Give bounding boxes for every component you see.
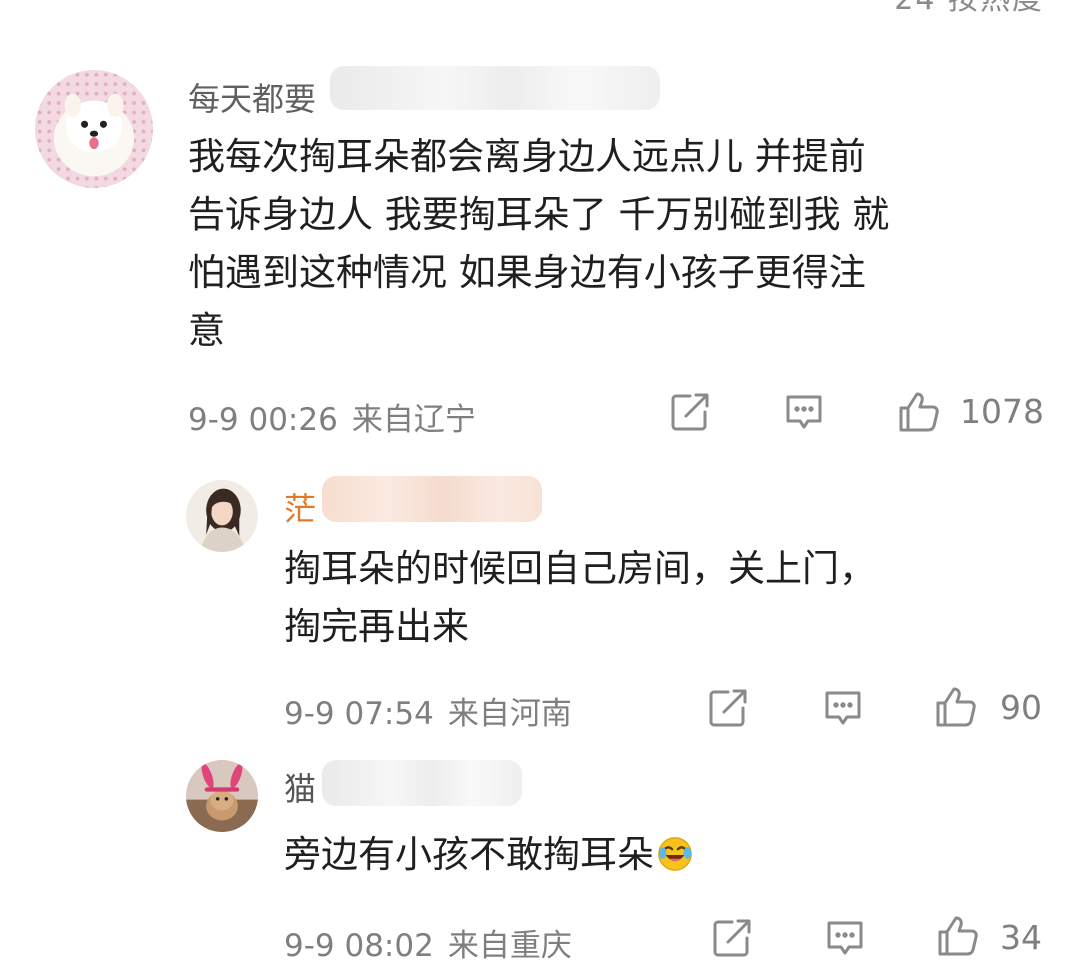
redacted-username [330,66,660,110]
like-thumb-icon[interactable] [934,912,982,960]
username[interactable]: 茫 [284,484,316,530]
timestamp: 9-9 07:54 [284,696,434,732]
comment-icon[interactable] [782,390,826,434]
comment-meta: 9-9 08:02 来自重庆 [284,920,572,965]
comment-text: 掏耳朵的时候回自己房间，关上门， 掏完再出来 [284,547,876,648]
redacted-username [322,760,522,806]
avatar[interactable] [35,70,153,188]
share-icon[interactable] [668,390,712,434]
like-thumb-icon[interactable] [932,683,980,731]
comment-icon[interactable] [821,686,865,730]
share-icon[interactable] [710,916,754,960]
laugh-cry-emoji [656,832,694,871]
avatar[interactable] [186,480,258,552]
timestamp: 9-9 00:26 [188,402,338,438]
comment-meta: 9-9 07:54 来自河南 [284,688,572,733]
share-icon[interactable] [706,686,750,730]
comment-text: 我每次掏耳朵都会离身边人远点儿 并提前 告诉身边人 我要掏耳朵了 千万别碰到我 … [188,135,890,352]
location: 来自河南 [447,696,572,732]
username[interactable]: 猫 [284,764,316,810]
comment-meta: 9-9 00:26 来自辽宁 [188,394,476,439]
location: 来自重庆 [447,928,572,964]
timestamp: 9-9 08:02 [284,928,434,964]
comment-icon[interactable] [823,916,867,960]
like-count: 90 [1000,688,1042,727]
like-count: 1078 [960,392,1044,431]
like-thumb-icon[interactable] [895,388,943,436]
avatar[interactable] [186,760,258,832]
sort-by-hot-label[interactable]: 24 按热度 [894,0,1044,18]
username[interactable]: 每天都要 [188,74,316,120]
like-count: 34 [1000,918,1042,957]
comment-text: 旁边有小孩不敢掏耳朵 [284,826,1044,884]
location: 来自辽宁 [351,402,476,438]
redacted-username [322,476,542,522]
